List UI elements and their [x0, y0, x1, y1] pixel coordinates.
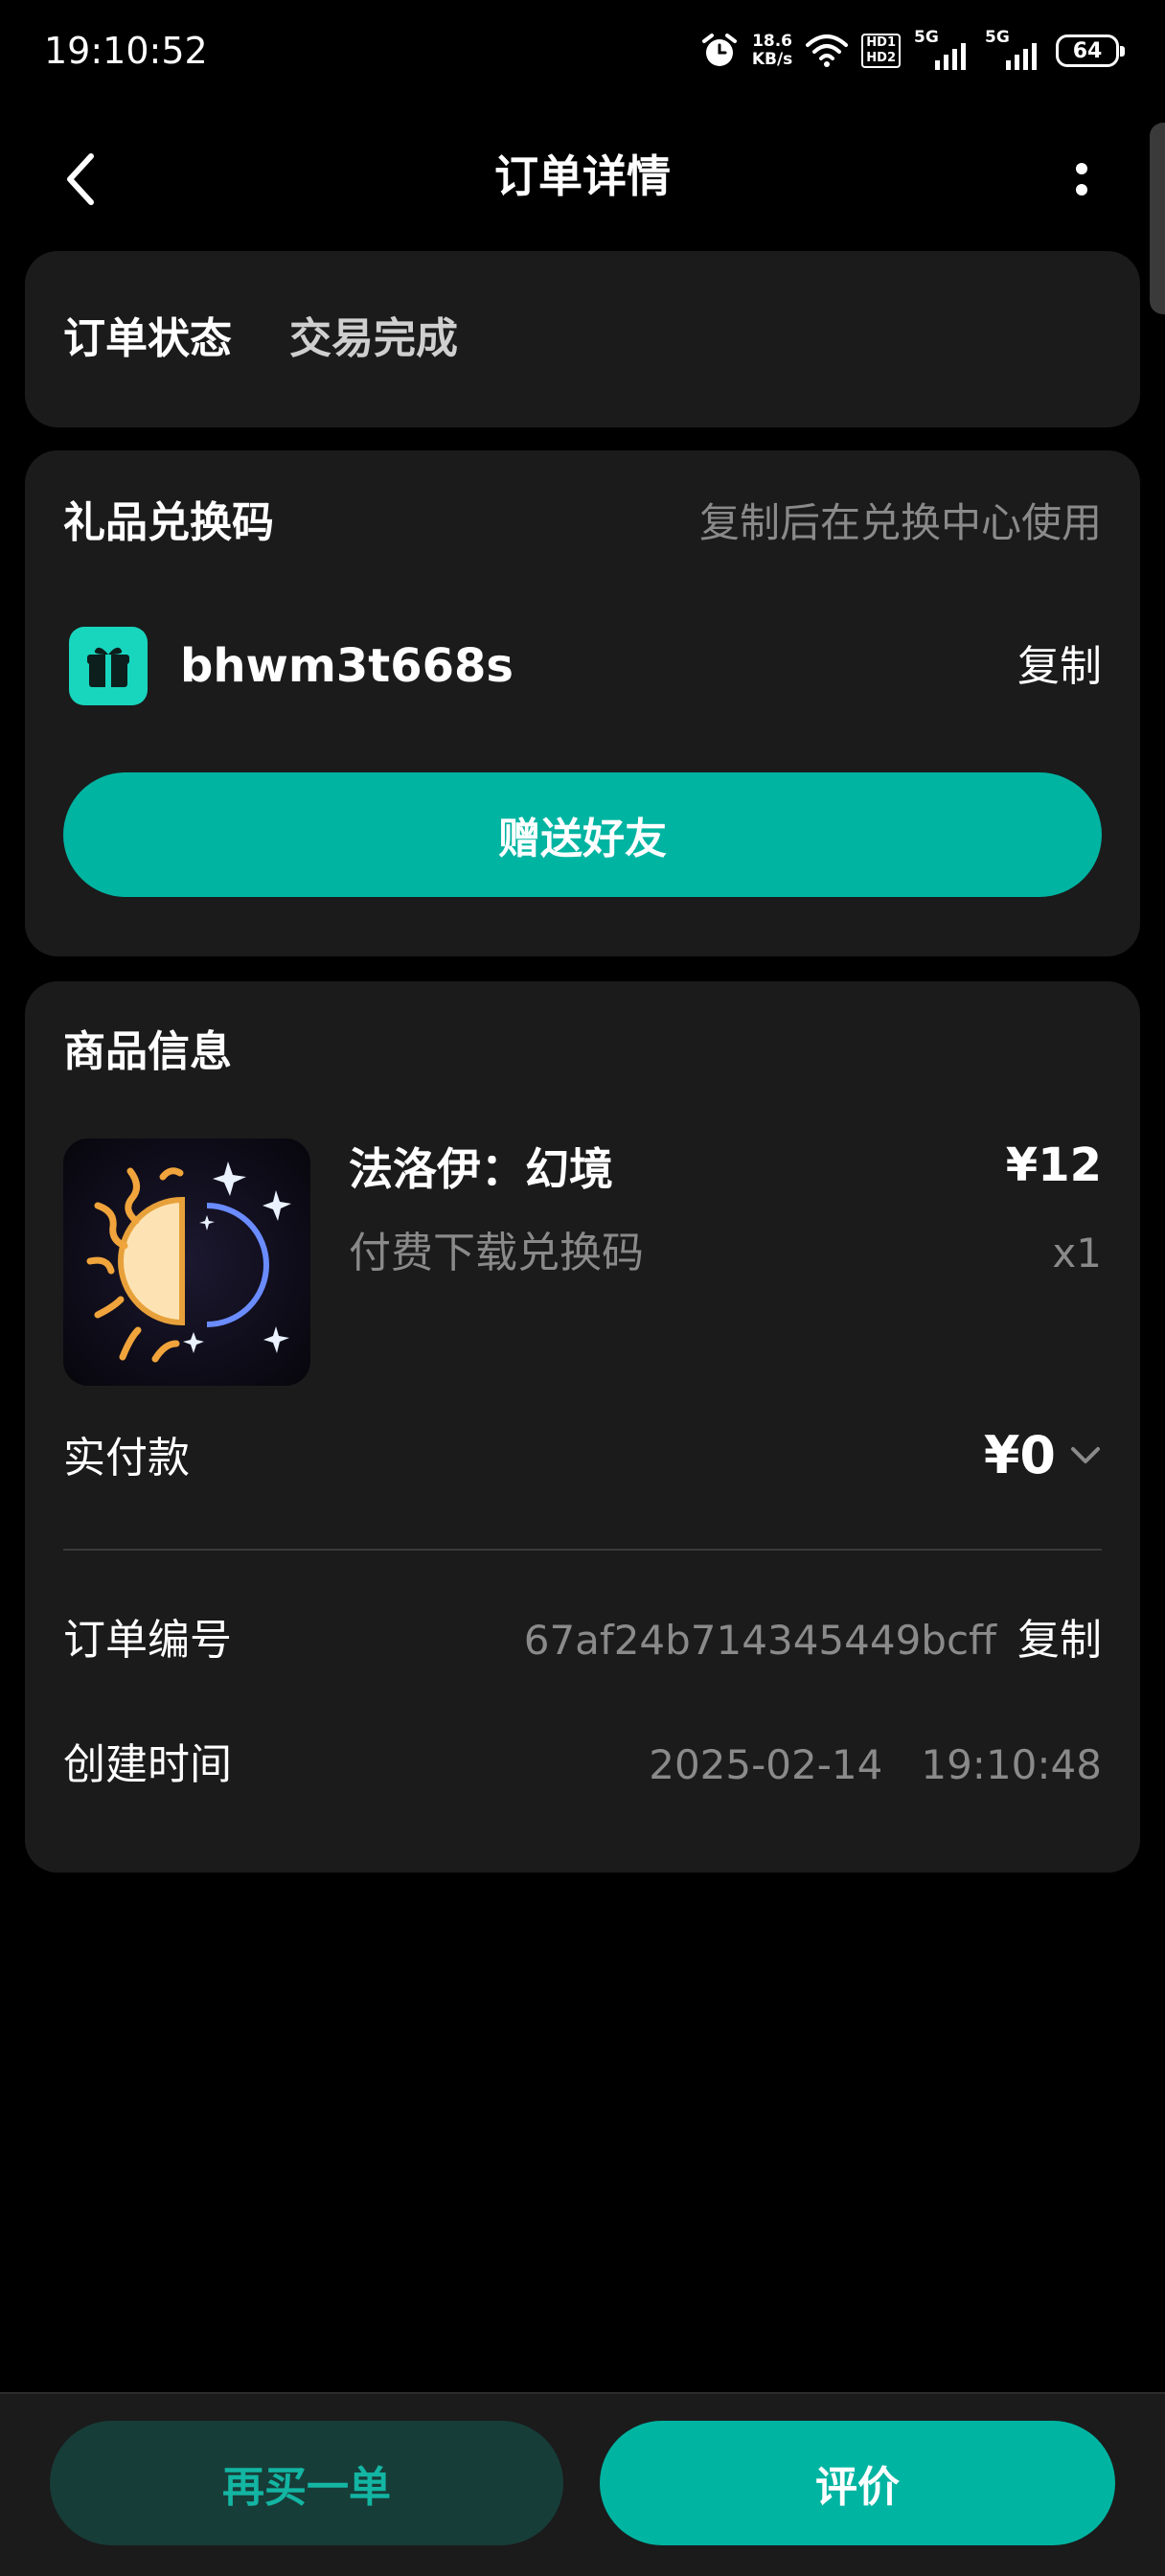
- paid-amount-label: 实付款: [63, 1434, 190, 1483]
- gift-code-card: 礼品兑换码 复制后在兑换中心使用 bhwm3t668s 复制 赠送好友: [25, 450, 1140, 956]
- floating-side-handle[interactable]: [1150, 123, 1165, 314]
- order-status-card: 订单状态 交易完成: [25, 251, 1140, 427]
- order-status-value: 交易完成: [289, 314, 458, 363]
- send-to-friend-button[interactable]: 赠送好友: [63, 772, 1102, 897]
- status-icons: 18.6 KB/s HD1 HD2 5G 5G 64: [700, 27, 1125, 75]
- created-time-label: 创建时间: [63, 1740, 232, 1789]
- buy-again-button[interactable]: 再买一单: [50, 2421, 563, 2545]
- product-price: ¥12: [1005, 1138, 1102, 1192]
- order-number-value: 67af24b714345449bcff: [523, 1617, 996, 1664]
- product-name: 法洛伊：幻境: [349, 1143, 613, 1195]
- paid-amount-toggle[interactable]: ¥0: [984, 1422, 1102, 1489]
- signal-icon-sim1: 5G: [914, 28, 971, 70]
- gift-icon: [69, 627, 148, 705]
- gift-code-value: bhwm3t668s: [180, 639, 514, 693]
- paid-amount-value: ¥0: [983, 1425, 1056, 1485]
- divider: [63, 1549, 1102, 1551]
- signal-icon-sim2: 5G: [985, 28, 1042, 70]
- battery-icon: 64: [1056, 34, 1125, 67]
- order-status-label: 订单状态: [63, 314, 232, 363]
- network-speed-value: 18.6: [752, 32, 793, 51]
- more-options-button[interactable]: [1058, 151, 1106, 209]
- gift-code-title: 礼品兑换码: [63, 498, 274, 547]
- more-vertical-icon: [1076, 163, 1087, 196]
- bottom-action-bar: 再买一单 评价: [0, 2392, 1165, 2576]
- status-bar: 19:10:52 18.6 KB/s HD1 HD2 5G 5G 64: [0, 0, 1165, 104]
- product-section-title: 商品信息: [63, 1027, 232, 1076]
- hd1-label: HD1: [866, 35, 896, 50]
- alarm-icon: [700, 32, 739, 70]
- network-speed: 18.6 KB/s: [752, 33, 792, 69]
- gift-code-hint: 复制后在兑换中心使用: [698, 499, 1102, 546]
- order-number-label: 订单编号: [63, 1616, 232, 1665]
- product-quantity: x1: [1052, 1230, 1102, 1276]
- copy-gift-code-button[interactable]: 复制: [1017, 638, 1102, 696]
- network-speed-unit: KB/s: [751, 50, 793, 69]
- status-time: 19:10:52: [44, 30, 208, 72]
- page-title: 订单详情: [494, 150, 671, 202]
- hd2-label: HD2: [866, 51, 896, 65]
- battery-level: 64: [1072, 38, 1103, 63]
- sun-moon-app-icon[interactable]: [63, 1138, 310, 1386]
- copy-order-number-button[interactable]: 复制: [1017, 1612, 1102, 1669]
- review-button[interactable]: 评价: [600, 2421, 1115, 2545]
- hd-badge: HD1 HD2: [861, 34, 901, 68]
- product-description: 付费下载兑换码: [349, 1229, 644, 1277]
- chevron-down-icon: [1071, 1447, 1100, 1463]
- product-info-card: 商品信息 法洛伊：幻境 付费下载兑换码 ¥12 x1 实付款 ¥0 订单编号 6…: [25, 981, 1140, 1873]
- nav-bar: 订单详情: [0, 125, 1165, 230]
- created-time-value: 2025-02-14 19:10:48: [649, 1741, 1102, 1788]
- wifi-icon: [806, 34, 849, 68]
